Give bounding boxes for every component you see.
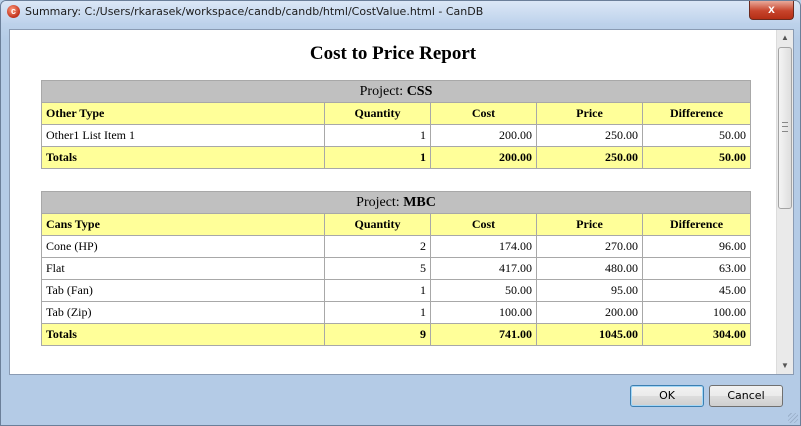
column-header-difference: Difference [641,213,752,236]
cell-price: 270.00 [536,235,643,258]
project-mbc-table: Project: MBC Cans Type Quantity Cost Pri… [40,191,752,346]
cell-quantity: 2 [324,235,431,258]
project-label: Project: [359,83,404,99]
totals-cost: 741.00 [430,323,537,346]
project-name: CSS [406,83,433,99]
project-css-table: Project: CSS Other Type Quantity Cost Pr… [40,80,752,169]
project-css-section: Project: CSS Other Type Quantity Cost Pr… [40,80,752,169]
report-content: Cost to Price Report Project: CSS Other … [10,30,776,374]
report-viewer: Cost to Price Report Project: CSS Other … [9,29,794,375]
scrollbar-thumb[interactable] [778,47,792,209]
ok-button[interactable]: OK [630,385,704,407]
project-header: Project: MBC [40,191,752,214]
project-mbc-section: Project: MBC Cans Type Quantity Cost Pri… [40,191,752,346]
cell-cost: 100.00 [430,301,537,324]
cell-quantity: 1 [324,279,431,302]
totals-row: Totals 9 741.00 1045.00 304.00 [41,323,752,346]
cell-difference: 100.00 [641,301,752,324]
column-header-cost: Cost [430,213,537,236]
cell-difference: 63.00 [641,257,752,280]
project-label: Project: [356,194,400,210]
table-row: Other1 List Item 1 1 200.00 250.00 50.00 [41,124,752,147]
cell-type: Tab (Zip) [41,301,325,324]
totals-label: Totals [41,146,325,169]
vertical-scrollbar[interactable]: ▲ ▼ [776,30,793,374]
totals-row: Totals 1 200.00 250.00 50.00 [41,146,752,169]
cell-type: Other1 List Item 1 [41,124,325,147]
totals-label: Totals [41,323,325,346]
column-header-type: Other Type [41,102,325,125]
cell-quantity: 1 [324,301,431,324]
cancel-button[interactable]: Cancel [709,385,783,407]
totals-price: 250.00 [536,146,643,169]
table-row: Tab (Fan) 1 50.00 95.00 45.00 [41,279,752,302]
cell-cost: 417.00 [430,257,537,280]
column-header-type: Cans Type [41,213,325,236]
column-header-cost: Cost [430,102,537,125]
totals-quantity: 1 [324,146,431,169]
cell-price: 95.00 [536,279,643,302]
candb-app-icon[interactable]: c [7,5,20,18]
column-header-price: Price [536,213,643,236]
cell-quantity: 1 [324,124,431,147]
cell-price: 480.00 [536,257,643,280]
scroll-down-arrow-icon[interactable]: ▼ [777,358,793,374]
table-row: Tab (Zip) 1 100.00 200.00 100.00 [41,301,752,324]
cell-cost: 174.00 [430,235,537,258]
totals-difference: 304.00 [641,323,752,346]
cell-type: Cone (HP) [41,235,325,258]
cell-difference: 96.00 [641,235,752,258]
table-row: Cone (HP) 2 174.00 270.00 96.00 [41,235,752,258]
scrollbar-grip-icon [782,122,788,132]
title-bar[interactable]: c Summary: C:/Users/rkarasek/workspace/c… [1,1,800,23]
summary-dialog: c Summary: C:/Users/rkarasek/workspace/c… [0,0,801,426]
cell-cost: 200.00 [430,124,537,147]
scroll-up-arrow-icon[interactable]: ▲ [777,30,793,46]
close-button[interactable]: x [749,1,794,20]
project-header: Project: CSS [40,80,752,103]
cell-price: 250.00 [536,124,643,147]
resize-grip-icon[interactable] [788,413,798,423]
column-header-price: Price [536,102,643,125]
window-title: Summary: C:/Users/rkarasek/workspace/can… [25,5,484,18]
column-header-difference: Difference [641,102,752,125]
cell-quantity: 5 [324,257,431,280]
report-title: Cost to Price Report [309,43,477,64]
column-header-quantity: Quantity [324,213,431,236]
totals-cost: 200.00 [430,146,537,169]
totals-price: 1045.00 [536,323,643,346]
totals-quantity: 9 [324,323,431,346]
cell-cost: 50.00 [430,279,537,302]
table-row: Flat 5 417.00 480.00 63.00 [41,257,752,280]
project-name: MBC [403,194,436,210]
cell-type: Flat [41,257,325,280]
totals-difference: 50.00 [641,146,752,169]
column-header-quantity: Quantity [324,102,431,125]
cell-price: 200.00 [536,301,643,324]
cell-difference: 50.00 [641,124,752,147]
cell-difference: 45.00 [641,279,752,302]
cell-type: Tab (Fan) [41,279,325,302]
